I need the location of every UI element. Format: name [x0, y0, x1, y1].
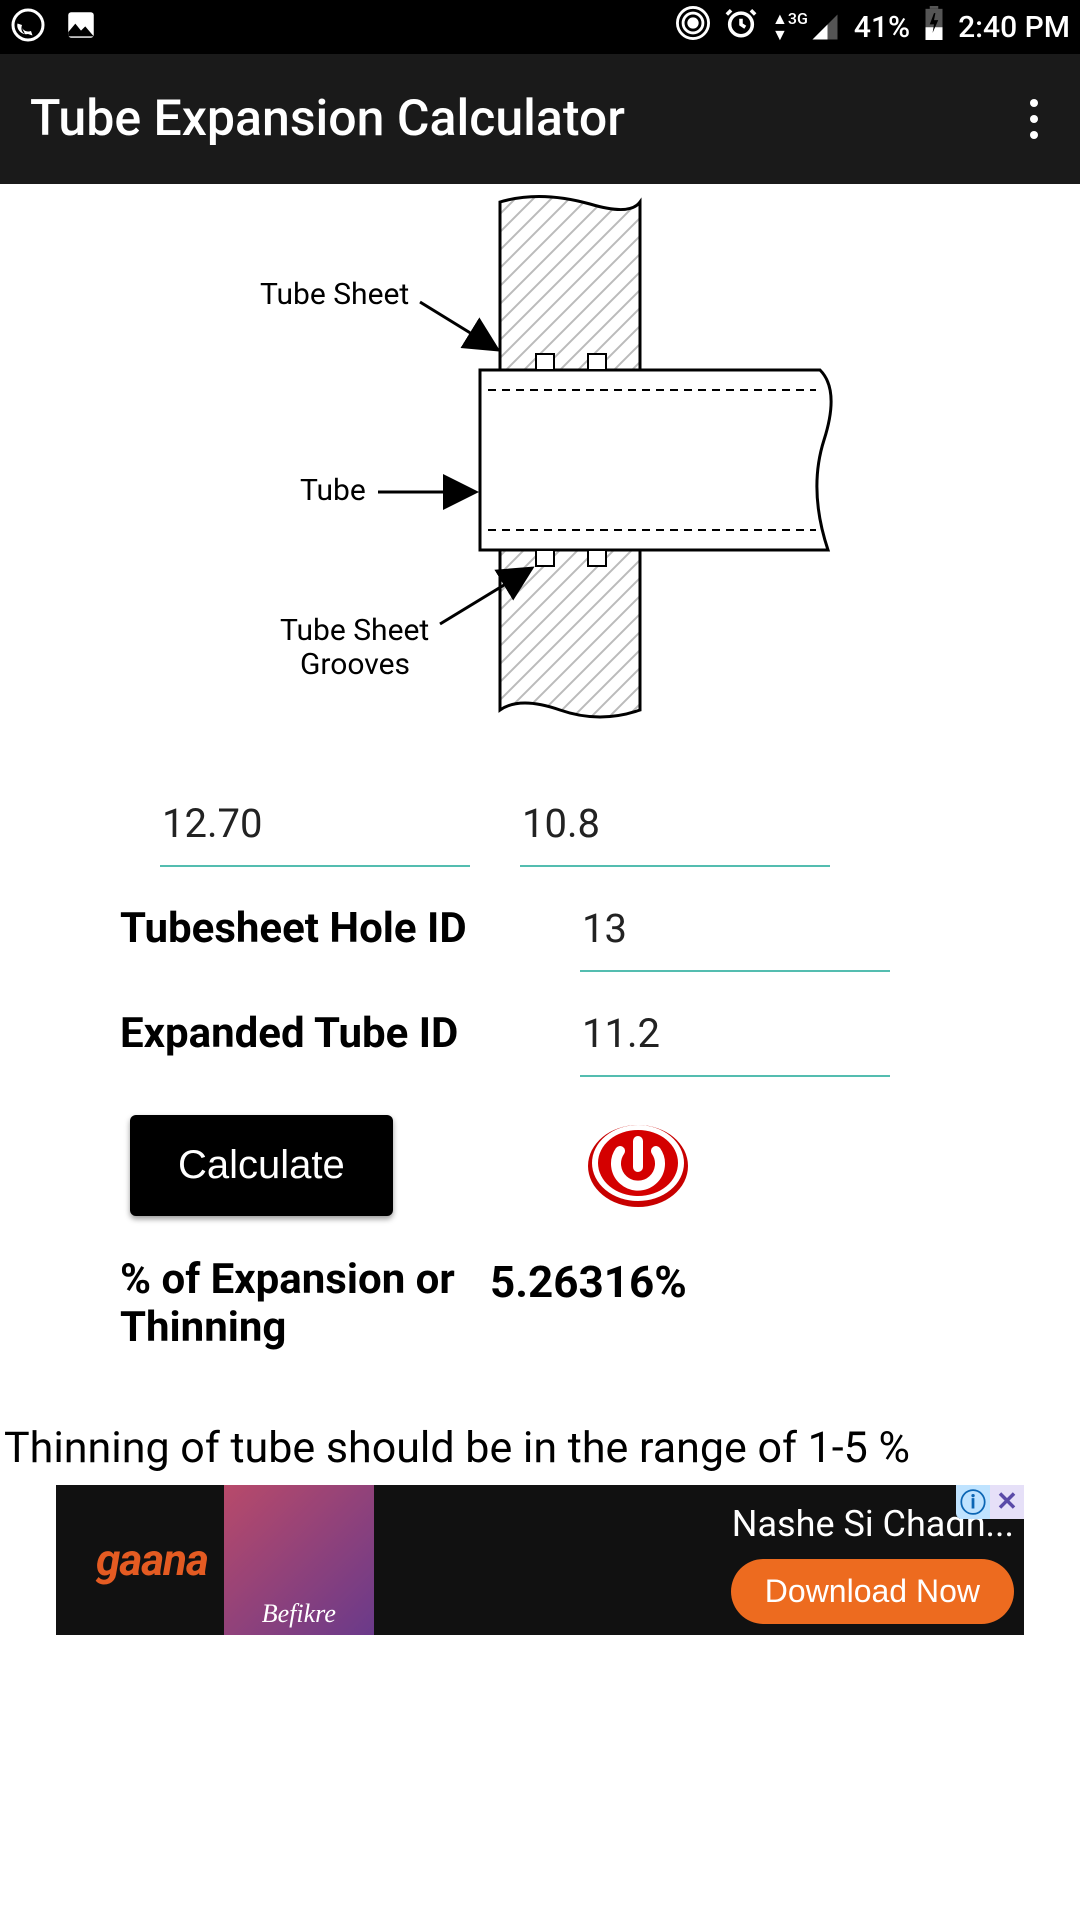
diagram-label-grooves: Tube Sheet Grooves: [280, 613, 437, 682]
ad-info-icon[interactable]: ⓘ: [956, 1485, 990, 1519]
calculate-button[interactable]: Calculate: [130, 1115, 393, 1216]
diagram-label-tube: Tube: [300, 473, 366, 508]
value-1-input[interactable]: [160, 790, 470, 867]
power-icon[interactable]: [583, 1122, 693, 1210]
tube-diagram: Tube Sheet Tube Tube Sheet Grooves: [0, 184, 1080, 760]
clock-time: 2:40 PM: [958, 10, 1070, 45]
alarm-icon: [724, 6, 758, 48]
battery-icon: [924, 6, 944, 48]
result-value: 5.26316%: [490, 1256, 687, 1308]
ad-thumbnail: Befikre: [224, 1485, 374, 1635]
hole-id-label: Tubesheet Hole ID: [120, 904, 580, 953]
whatsapp-icon: [10, 7, 46, 47]
hotspot-icon: [676, 6, 710, 48]
network-icon: ▲3G▼: [772, 11, 840, 43]
ad-brand: gaana: [96, 1534, 208, 1586]
ad-close-icon[interactable]: ✕: [990, 1485, 1024, 1519]
value-2-input[interactable]: [520, 790, 830, 867]
battery-percent: 41%: [854, 10, 910, 45]
status-bar: ▲3G▼ 41% 2:40 PM: [0, 0, 1080, 54]
image-icon: [64, 8, 98, 46]
diagram-label-sheet: Tube Sheet: [260, 277, 409, 312]
expanded-id-label: Expanded Tube ID: [120, 1009, 580, 1058]
ad-thumb-caption: Befikre: [262, 1599, 336, 1629]
result-label: % of Expansion or Thinning: [120, 1256, 470, 1353]
page-title: Tube Expansion Calculator: [30, 90, 1018, 148]
ad-download-button[interactable]: Download Now: [731, 1559, 1014, 1624]
ad-banner[interactable]: gaana Befikre Nashe Si Chadh... Download…: [56, 1485, 1024, 1635]
thinning-note: Thinning of tube should be in the range …: [0, 1423, 1080, 1473]
app-bar: Tube Expansion Calculator: [0, 54, 1080, 184]
hole-id-input[interactable]: [580, 895, 890, 972]
more-menu-button[interactable]: [1018, 87, 1050, 151]
expanded-id-input[interactable]: [580, 1000, 890, 1077]
